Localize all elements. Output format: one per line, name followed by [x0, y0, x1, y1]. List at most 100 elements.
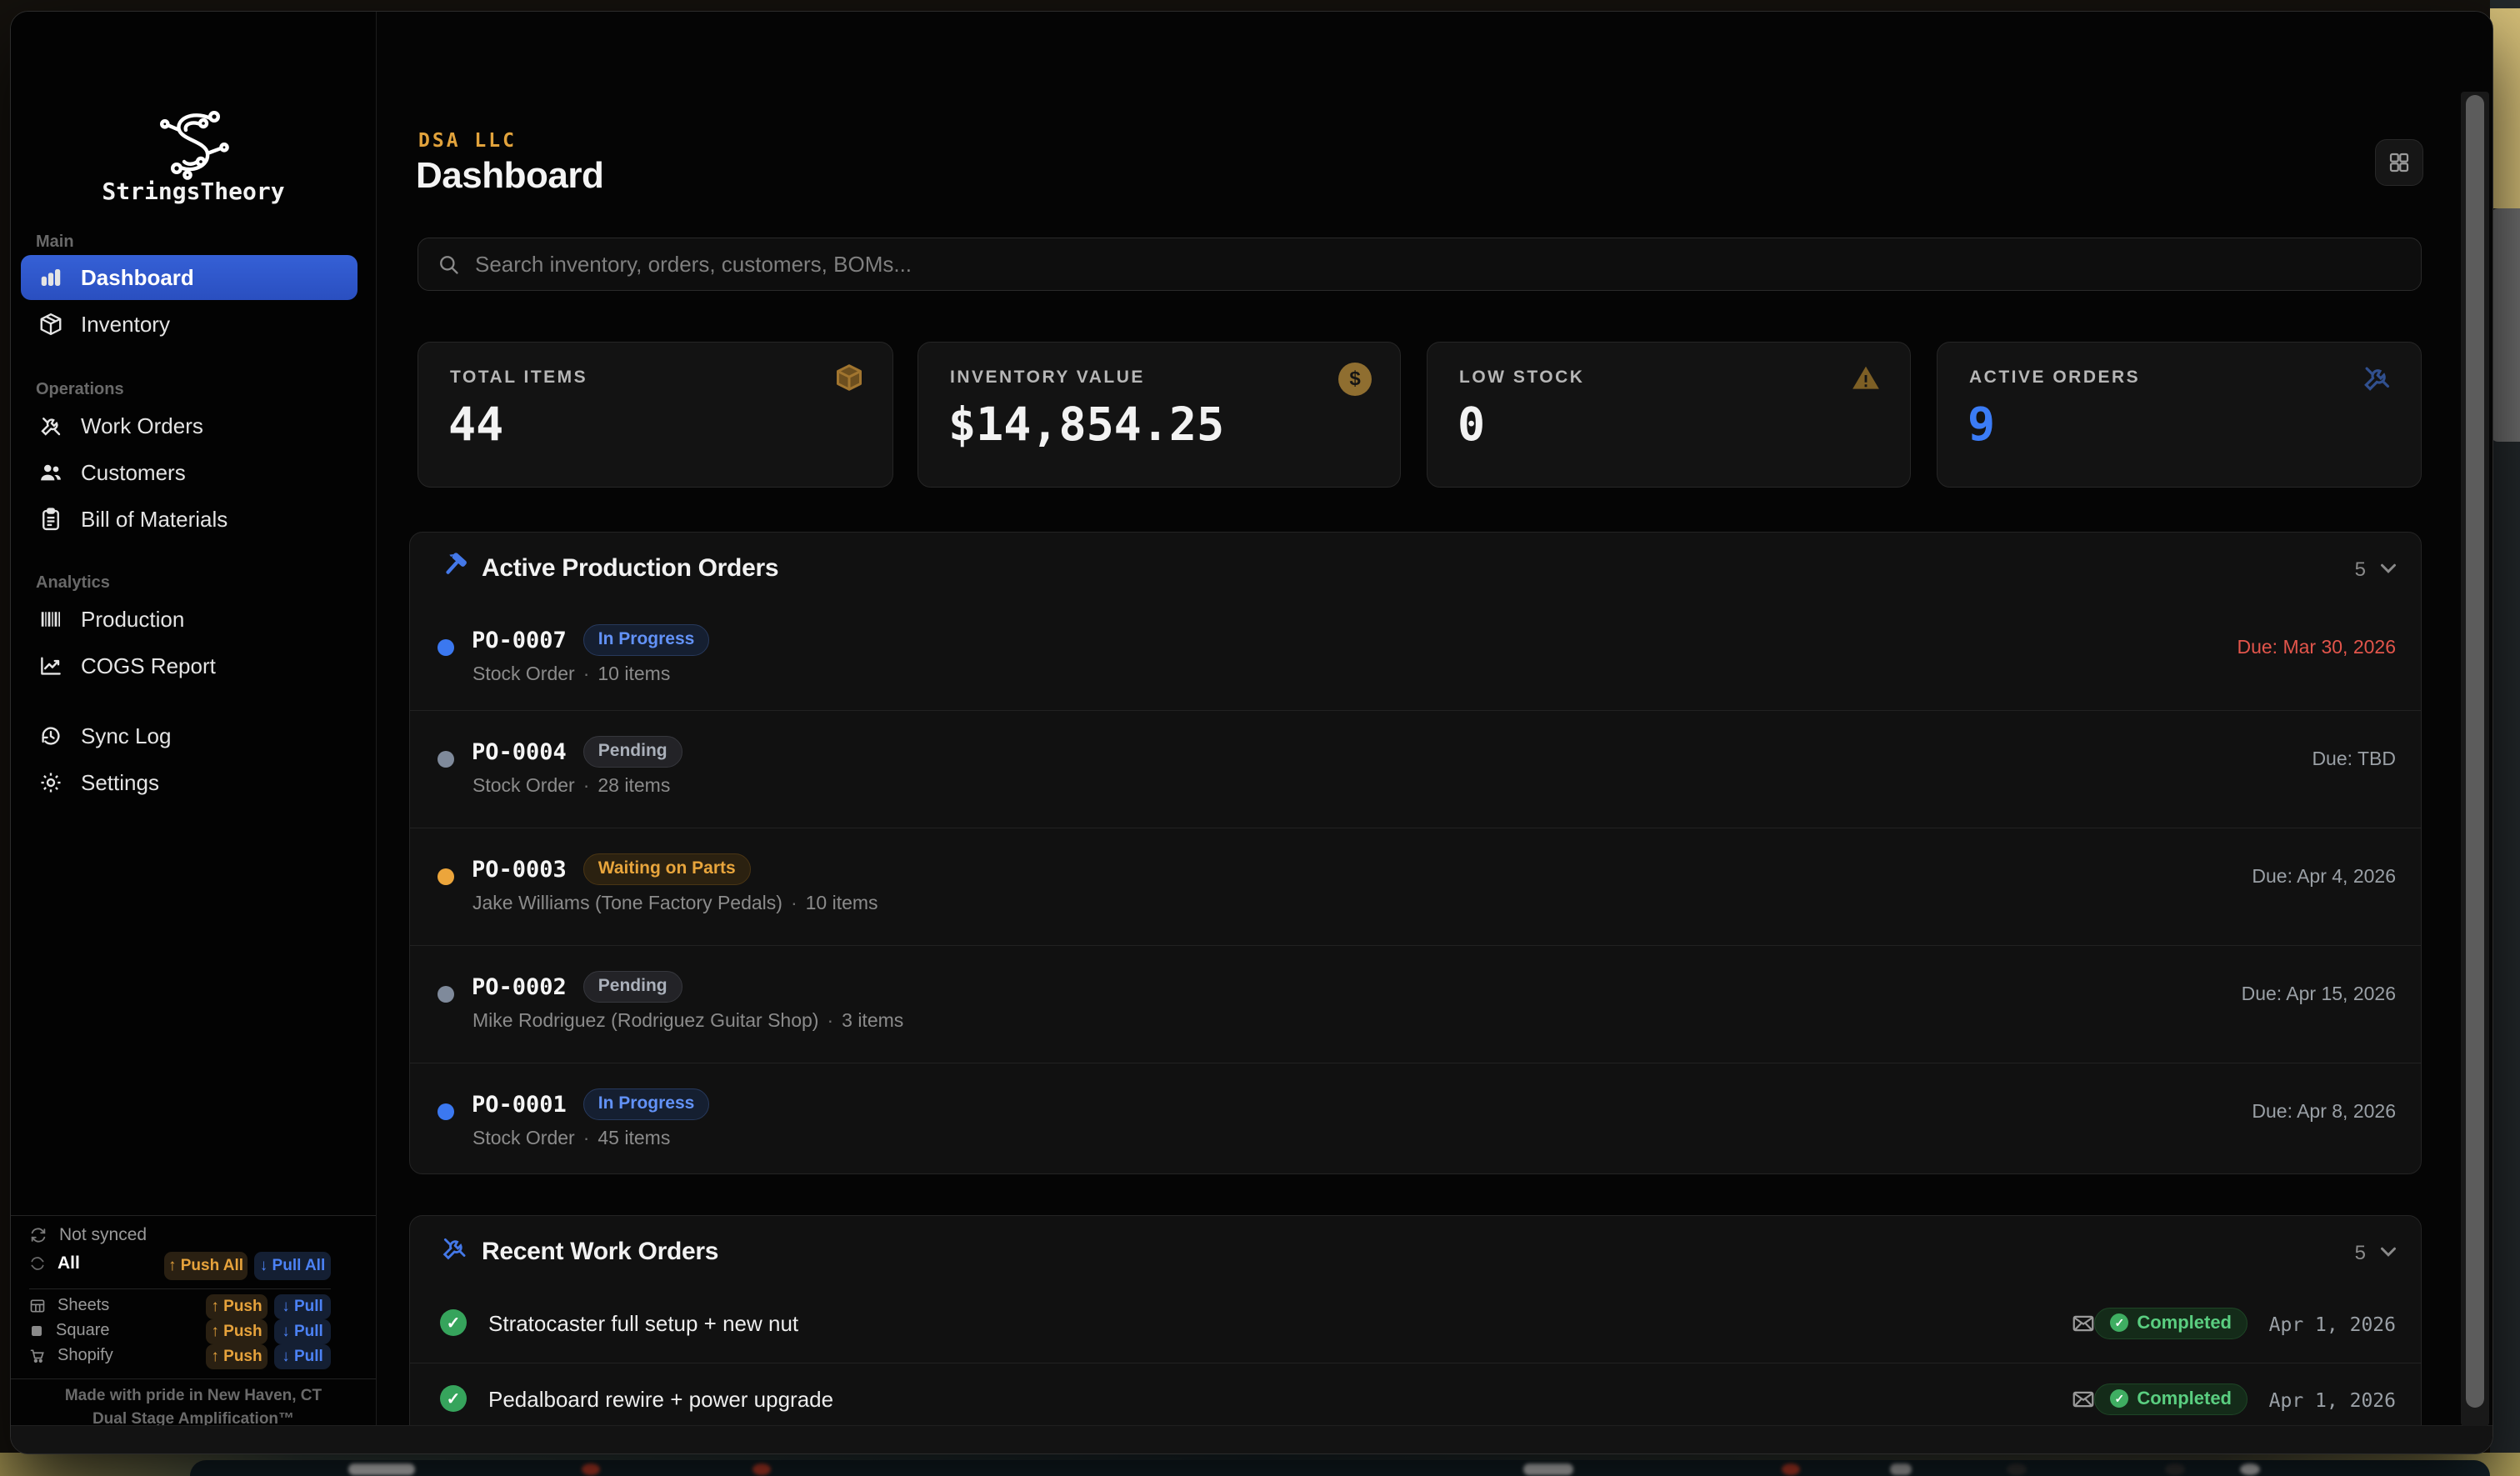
due-date: Due: Apr 15, 2026 — [2242, 983, 2396, 1005]
sidebar-item-label: Inventory — [81, 312, 170, 338]
refresh-icon — [29, 1255, 46, 1272]
status-badge: In Progress — [583, 624, 710, 656]
dollar-icon: $ — [1338, 363, 1372, 396]
background-window-edge — [2490, 208, 2520, 442]
sidebar-item-cogs-report[interactable]: COGS Report — [21, 643, 358, 688]
push-square-button[interactable]: ↑ Push — [206, 1319, 268, 1344]
production-order-row[interactable]: PO-0001 In Progress Stock Order·45 items… — [410, 1063, 2421, 1174]
sidebar-item-label: Customers — [81, 460, 186, 486]
pull-shopify-button[interactable]: ↓ Pull — [274, 1344, 331, 1369]
sidebar-item-sync-log[interactable]: Sync Log — [21, 713, 358, 758]
strings-theory-logo-icon — [151, 105, 238, 185]
sidebar-item-settings[interactable]: Settings — [21, 760, 358, 805]
search-input[interactable] — [473, 251, 2402, 278]
users-icon — [38, 459, 64, 486]
tools-icon — [38, 413, 64, 439]
chevron-down-icon[interactable] — [2376, 556, 2401, 581]
po-meta: Stock Order·28 items — [472, 774, 670, 797]
dock-icon[interactable] — [752, 1463, 771, 1475]
sidebar-item-work-orders[interactable]: Work Orders — [21, 403, 358, 448]
line-chart-icon — [38, 653, 64, 679]
sidebar-item-label: COGS Report — [81, 653, 216, 679]
connector-row-square: Square — [29, 1321, 110, 1340]
work-order-title: Stratocaster full setup + new nut — [488, 1311, 798, 1337]
divider — [11, 1215, 376, 1216]
search-bar — [418, 238, 2422, 291]
production-order-row[interactable]: PO-0007 In Progress Stock Order·10 items… — [410, 604, 2421, 710]
sidebar-item-label: Bill of Materials — [81, 507, 228, 533]
dock-icon[interactable] — [1782, 1463, 1800, 1475]
scrollbar-track[interactable] — [2461, 92, 2489, 1426]
logo-wordmark: StringsTheory — [11, 178, 376, 205]
production-order-row[interactable]: PO-0003 Waiting on Parts Jake Williams (… — [410, 828, 2421, 946]
completed-badge: ✓Completed — [2094, 1308, 2248, 1339]
nav-section-label: Analytics — [36, 573, 110, 593]
sidebar-item-dashboard[interactable]: Dashboard — [21, 255, 358, 300]
stat-card-total-items: TOTAL ITEMS 44 — [418, 342, 893, 488]
dock-icon[interactable] — [1523, 1463, 1573, 1475]
work-order-date: Apr 1, 2026 — [2269, 1314, 2396, 1336]
section-title: Active Production Orders — [482, 554, 778, 583]
stat-value: $14,854.25 — [948, 398, 1224, 451]
scrollbar-thumb[interactable] — [2466, 95, 2484, 1408]
check-circle-icon: ✓ — [2110, 1313, 2128, 1332]
dock-icon[interactable] — [582, 1463, 600, 1475]
tools-icon — [440, 1234, 468, 1263]
work-order-row[interactable]: ✓ Stratocaster full setup + new nut ✓Com… — [410, 1288, 2421, 1363]
po-meta: Mike Rodriguez (Rodriguez Guitar Shop)·3… — [472, 1009, 903, 1032]
active-production-orders-card: Active Production Orders 5 PO-0007 In Pr… — [409, 532, 2422, 1174]
cart-icon — [29, 1348, 46, 1364]
sidebar-item-customers[interactable]: Customers — [21, 450, 358, 495]
status-dot — [438, 1103, 454, 1120]
section-title: Recent Work Orders — [482, 1238, 718, 1266]
dock-icon[interactable] — [2007, 1463, 2027, 1475]
section-header: Active Production Orders 5 — [410, 533, 2421, 599]
section-count: 5 — [2355, 1242, 2366, 1265]
dock-icon[interactable] — [2240, 1463, 2260, 1475]
check-circle-icon: ✓ — [440, 1309, 467, 1336]
stat-label: TOTAL ITEMS — [450, 368, 588, 388]
push-sheets-button[interactable]: ↑ Push — [206, 1294, 268, 1319]
connector-row-shopify: Shopify — [29, 1346, 113, 1365]
sidebar-item-label: Work Orders — [81, 413, 203, 439]
pull-all-button[interactable]: ↓ Pull All — [254, 1252, 331, 1280]
breadcrumb-company: DSA LLC — [418, 130, 517, 152]
nav-section-label: Main — [36, 233, 74, 252]
sidebar-item-inventory[interactable]: Inventory — [21, 302, 358, 347]
status-dot — [438, 868, 454, 885]
status-dot — [438, 639, 454, 656]
stat-label: LOW STOCK — [1459, 368, 1584, 388]
chevron-down-icon[interactable] — [2376, 1239, 2401, 1264]
sidebar-item-bill-of-materials[interactable]: Bill of Materials — [21, 497, 358, 542]
sync-all-row: All — [29, 1253, 80, 1273]
push-shopify-button[interactable]: ↑ Push — [206, 1344, 268, 1369]
po-number: PO-0007 — [472, 628, 567, 653]
grid-icon — [2387, 150, 2412, 175]
table-icon — [29, 1298, 46, 1314]
production-order-row[interactable]: PO-0002 Pending Mike Rodriguez (Rodrigue… — [410, 945, 2421, 1063]
pull-sheets-button[interactable]: ↓ Pull — [274, 1294, 331, 1319]
envelope-icon[interactable] — [2071, 1311, 2096, 1336]
connector-row-sheets: Sheets — [29, 1296, 109, 1315]
work-order-date: Apr 1, 2026 — [2269, 1390, 2396, 1412]
pull-square-button[interactable]: ↓ Pull — [274, 1319, 331, 1344]
dock-icon[interactable] — [1890, 1463, 1912, 1475]
stat-label: ACTIVE ORDERS — [1969, 368, 2140, 388]
work-order-row[interactable]: ✓ Pedalboard rewire + power upgrade ✓Com… — [410, 1363, 2421, 1426]
sync-icon — [38, 723, 64, 749]
desktop-wallpaper — [2490, 0, 2520, 1476]
macos-dock[interactable] — [190, 1460, 2490, 1476]
envelope-icon[interactable] — [2071, 1387, 2096, 1412]
dock-icon[interactable] — [348, 1463, 415, 1475]
sidebar-item-label: Dashboard — [81, 265, 194, 291]
layout-grid-button[interactable] — [2375, 139, 2423, 186]
sidebar-item-label: Sync Log — [81, 723, 171, 749]
sidebar-item-production[interactable]: Production — [21, 597, 358, 642]
push-all-button[interactable]: ↑ Push All — [164, 1252, 248, 1280]
box-icon — [38, 311, 64, 338]
recent-work-orders-card: Recent Work Orders 5 ✓ Stratocaster full… — [409, 1215, 2422, 1426]
stat-value: 9 — [1968, 398, 1995, 451]
check-circle-icon: ✓ — [440, 1385, 467, 1412]
production-order-row[interactable]: PO-0004 Pending Stock Order·28 items Due… — [410, 710, 2421, 828]
dock-icon[interactable] — [2165, 1463, 2185, 1475]
